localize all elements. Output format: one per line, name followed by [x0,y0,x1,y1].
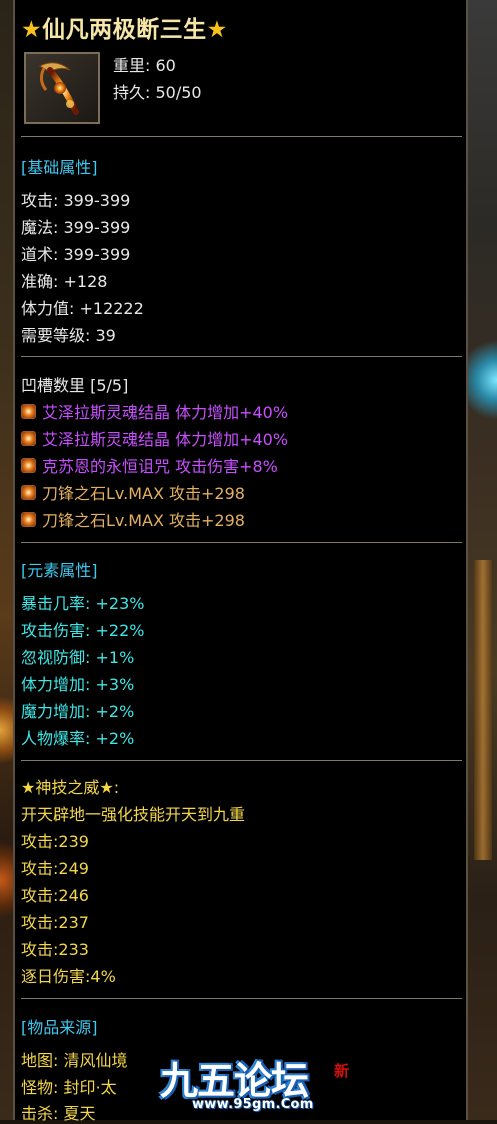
game-background-right [468,0,497,1120]
attr-line: 攻击: 399-399 [21,191,131,210]
background-glow [468,340,497,420]
slot-text: 刀锋之石Lv.MAX 攻击+298 [42,484,245,503]
game-background-left [0,0,14,1120]
slot-text: 艾泽拉斯灵魂结晶 体力增加+40% [42,403,289,422]
element-line: 体力增加: +3% [21,675,135,694]
skill-line: 攻击:246 [21,886,89,905]
element-line: 忽视防御: +1% [21,648,135,667]
section-divider [21,356,462,357]
skill-line: 攻击:233 [21,940,89,959]
source-line: 地图: 清风仙境 [21,1051,128,1070]
section-divider [21,542,462,543]
attr-line: 魔法: 399-399 [21,218,131,237]
attr-line: 道术: 399-399 [21,245,131,264]
item-durability: 持久: 50/50 [113,83,202,102]
slot-text: 艾泽拉斯灵魂结晶 体力增加+40% [42,430,289,449]
slot-text: 刀锋之石Lv.MAX 攻击+298 [42,511,245,530]
attr-line: 体力值: +12222 [21,299,144,318]
slot-item: 刀锋之石Lv.MAX 攻击+298 [21,507,245,531]
source-header: [物品来源] [21,1018,98,1037]
background-pillar [474,560,492,860]
slot-text: 克苏恩的永恒诅咒 攻击伤害+8% [42,457,278,476]
divine-skill-header: ★神技之威★: [21,778,120,797]
skill-line: 攻击:239 [21,832,89,851]
slot-item: 克苏恩的永恒诅咒 攻击伤害+8% [21,453,278,477]
slot-item: 刀锋之石Lv.MAX 攻击+298 [21,480,245,504]
gem-icon [21,431,36,446]
section-divider [21,760,462,761]
divine-skill-desc: 开天辟地一强化技能开天到九重 [21,805,246,824]
section-divider [21,136,462,137]
source-line: 怪物: 封印·太 [21,1078,117,1097]
background-glow [0,840,14,920]
star-icon: ★ [206,17,228,43]
source-line: 击杀: 夏天 [21,1104,96,1123]
element-line: 魔力增加: +2% [21,702,135,721]
attr-line: 准确: +128 [21,272,108,291]
item-tooltip-panel: ★仙凡两极断三生★ 重里: 60 持久: 50/50 [基础属性] 攻击: 39… [13,0,468,1123]
gem-icon [21,485,36,500]
slots-header: 凹槽数里 [5/5] [21,376,129,395]
item-title: ★仙凡两极断三生★ [21,10,228,44]
watermark-url: www.95gm.Com [192,1097,314,1112]
slot-item: 艾泽拉斯灵魂结晶 体力增加+40% [21,426,288,450]
gem-icon [21,404,36,419]
slot-item: 艾泽拉斯灵魂结晶 体力增加+40% [21,399,288,423]
skill-line: 逐日伤害:4% [21,967,116,986]
site-watermark: 九五论坛 www.95gm.Com 新 [160,1050,375,1120]
gem-icon [21,458,36,473]
star-icon: ★ [21,17,43,43]
element-line: 攻击伤害: +22% [21,621,145,640]
item-weight: 重里: 60 [113,56,176,75]
item-name: 仙凡两极断三生 [42,17,207,43]
skill-line: 攻击:249 [21,859,89,878]
element-attrs-header: [元素属性] [21,561,98,580]
element-line: 人物爆率: +2% [21,729,135,748]
background-glow [0,690,14,770]
skill-line: 攻击:237 [21,913,89,932]
attr-line: 需要等级: 39 [21,326,116,345]
watermark-new-badge: 新 [334,1062,350,1080]
scythe-weapon-icon [24,52,100,124]
gem-icon [21,512,36,527]
element-line: 暴击几率: +23% [21,594,145,613]
base-attrs-header: [基础属性] [21,158,98,177]
section-divider [21,998,462,999]
